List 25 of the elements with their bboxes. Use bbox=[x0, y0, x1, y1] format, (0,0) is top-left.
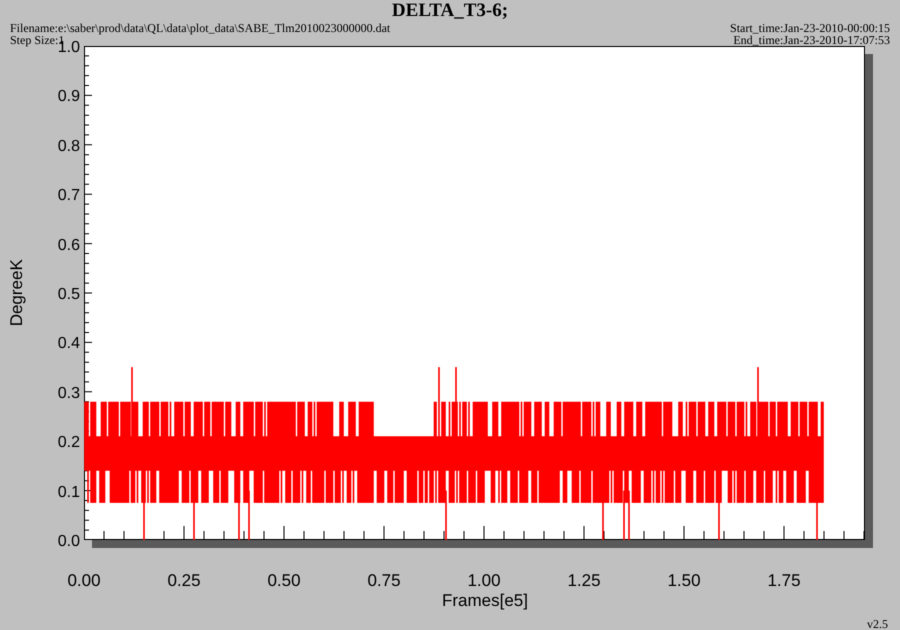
y-axis-label: DegreeK bbox=[6, 259, 28, 327]
x-tick-label: 0.75 bbox=[367, 571, 401, 591]
y-tick-label: 0.0 bbox=[58, 534, 80, 549]
y-tick-label: 0.2 bbox=[58, 436, 80, 450]
x-axis-label: Frames[e5] bbox=[442, 591, 528, 611]
x-tick-label: 0.50 bbox=[267, 571, 301, 591]
x-tick-label: 0.00 bbox=[67, 571, 101, 591]
x-tick-label: 1.25 bbox=[567, 571, 601, 591]
start-time-label: Start_time:Jan-23-2010-00:00:15 bbox=[730, 22, 890, 34]
filename-label: Filename:e:\saber\prod\data\QL\data\plot_data\SABE_Tlm2010023000000.dat bbox=[10, 22, 390, 34]
x-tick-label: 1.00 bbox=[467, 571, 501, 591]
y-tick-label: 0.8 bbox=[58, 140, 80, 154]
y-tick-label: 0.4 bbox=[58, 337, 80, 352]
x-tick-label: 1.75 bbox=[767, 571, 801, 591]
y-tick-label: 0.3 bbox=[58, 386, 80, 401]
y-tick-label: 0.5 bbox=[58, 288, 80, 302]
chart-title: DELTA_T3-6; bbox=[392, 0, 508, 22]
x-tick-label: 1.50 bbox=[667, 571, 701, 591]
x-tick-label: 0.25 bbox=[167, 571, 201, 591]
end-time-label: End_time:Jan-23-2010-17:07:53 bbox=[733, 34, 890, 46]
y-tick-label: 0.7 bbox=[58, 189, 80, 204]
version-label: v2.5 bbox=[867, 616, 888, 630]
y-tick-label: 0.6 bbox=[58, 238, 80, 253]
y-tick-label: 0.1 bbox=[58, 486, 80, 500]
y-tick-label: 0.9 bbox=[58, 90, 80, 104]
